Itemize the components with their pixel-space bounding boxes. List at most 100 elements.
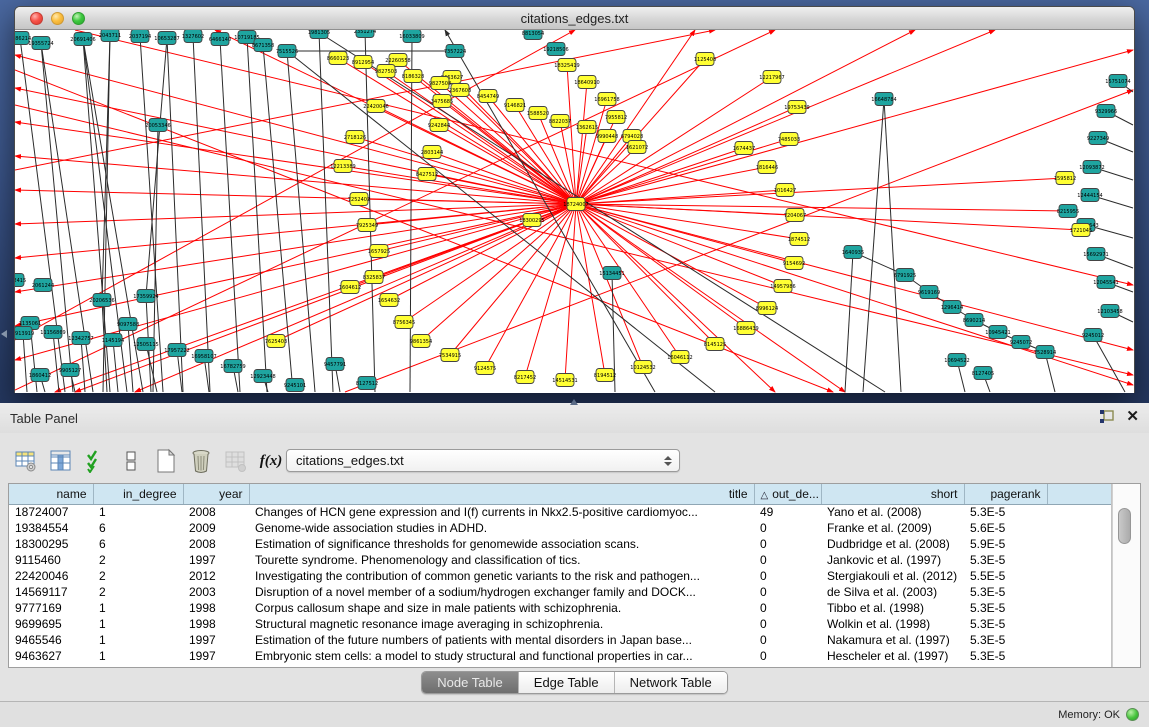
import-table-button[interactable] (222, 447, 250, 475)
table-cell[interactable]: 2003 (183, 584, 249, 600)
table-cell[interactable]: Estimation of the future numbers of pati… (249, 632, 754, 648)
table-cell[interactable]: 5.3E-5 (964, 504, 1047, 520)
graph-edge[interactable] (884, 99, 901, 392)
graph-node[interactable]: 9827503 (375, 65, 397, 78)
graph-node[interactable]: 16961758 (594, 93, 619, 106)
graph-node[interactable]: 9242844 (428, 119, 450, 132)
table-settings-button[interactable] (12, 447, 40, 475)
graph-node[interactable]: 17359924 (133, 290, 158, 303)
graph-node[interactable]: 12045541 (1093, 276, 1118, 289)
table-cell[interactable]: 2 (93, 568, 183, 584)
window-titlebar[interactable]: citations_edges.txt (15, 7, 1134, 30)
table-cell[interactable]: Investigating the contribution of common… (249, 568, 754, 584)
graph-node[interactable]: 9245072 (1010, 336, 1032, 349)
graph-node[interactable]: 7204067 (784, 209, 806, 222)
graph-node[interactable]: 9827508 (429, 77, 451, 90)
table-cell[interactable]: Stergiakouli et al. (2012) (821, 568, 964, 584)
graph-node[interactable]: 2718126 (344, 131, 366, 144)
panel-resize-handle[interactable] (570, 399, 578, 405)
graph-node[interactable]: 8756345 (393, 316, 415, 329)
table-cell[interactable]: 49 (754, 504, 821, 520)
graph-node[interactable]: 9457791 (324, 358, 346, 371)
graph-node[interactable]: 9990448 (596, 130, 618, 143)
table-cell[interactable]: 0 (754, 600, 821, 616)
graph-node[interactable]: 2803144 (421, 146, 443, 159)
show-columns-button[interactable] (47, 447, 75, 475)
graph-node[interactable]: 18640910 (574, 76, 599, 89)
table-row[interactable]: 1456911722003Disruption of a novel membe… (9, 584, 1111, 600)
graph-node[interactable]: 1621072 (626, 141, 648, 154)
graph-edge[interactable] (404, 204, 576, 322)
column-header-out_de[interactable]: △out_de... (754, 484, 821, 504)
graph-node[interactable]: 3913919 (15, 327, 34, 340)
create-column-button[interactable] (152, 447, 180, 475)
table-cell[interactable]: 0 (754, 536, 821, 552)
table-cell[interactable]: 18300295 (9, 536, 93, 552)
table-cell[interactable]: Dudbridge et al. (2008) (821, 536, 964, 552)
table-cell[interactable]: 5.3E-5 (964, 632, 1047, 648)
graph-node[interactable]: 17957222 (164, 344, 189, 357)
graph-node[interactable]: 16886439 (733, 322, 758, 335)
table-cell[interactable]: 5.9E-5 (964, 536, 1047, 552)
graph-node[interactable]: 12342757 (68, 332, 93, 345)
graph-node[interactable]: 10653287 (154, 32, 179, 45)
graph-edge[interactable] (379, 204, 576, 251)
graph-node[interactable]: 20691406 (70, 33, 95, 46)
graph-node[interactable]: 19218506 (543, 43, 568, 56)
graph-node[interactable]: 8822037 (549, 115, 571, 128)
table-cell[interactable]: 2012 (183, 568, 249, 584)
graph-node[interactable]: 9227349 (1087, 132, 1109, 145)
table-cell[interactable]: 5.6E-5 (964, 520, 1047, 536)
graph-edge[interactable] (576, 30, 995, 204)
graph-node[interactable]: 1874512 (788, 233, 810, 246)
close-panel-icon[interactable]: ✕ (1126, 407, 1139, 427)
graph-node[interactable]: 14514531 (552, 374, 577, 387)
graph-node[interactable]: 9154692 (783, 257, 805, 270)
graph-node[interactable]: 1595812 (1054, 172, 1076, 185)
graph-node[interactable]: 8215955 (1057, 205, 1079, 218)
graph-node[interactable]: 6791925 (894, 269, 916, 282)
table-cell[interactable]: Embryonic stem cells: a model to study s… (249, 648, 754, 664)
table-cell[interactable]: 2009 (183, 520, 249, 536)
graph-node[interactable]: 7925349 (356, 219, 378, 232)
table-cell[interactable]: 5.3E-5 (964, 648, 1047, 664)
close-button[interactable] (30, 12, 43, 25)
graph-node[interactable]: 2351274 (354, 30, 376, 38)
graph-edge[interactable] (287, 51, 715, 392)
graph-node[interactable]: 7955812 (605, 111, 627, 124)
graph-node[interactable]: 1296414 (941, 301, 963, 314)
graph-node[interactable]: 8217452 (514, 371, 536, 384)
table-cell[interactable]: 22420046 (9, 568, 93, 584)
graph-edge[interactable] (135, 204, 576, 392)
function-builder-button[interactable]: f(x) (257, 447, 285, 475)
graph-edge[interactable] (153, 125, 158, 392)
graph-node[interactable]: 6466140 (209, 33, 231, 46)
memory-ok-indicator[interactable] (1126, 708, 1139, 721)
graph-edge[interactable] (167, 38, 183, 392)
graph-edge[interactable] (565, 204, 576, 380)
graph-node[interactable]: 18325419 (554, 59, 579, 72)
table-cell[interactable]: Disruption of a novel member of a sodium… (249, 584, 754, 600)
table-cell[interactable]: 5.5E-5 (964, 568, 1047, 584)
graph-node[interactable]: 2043711 (99, 30, 121, 42)
graph-node[interactable]: 1588520 (527, 107, 549, 120)
table-cell[interactable]: Structural magnetic resonance image aver… (249, 616, 754, 632)
graph-node[interactable]: 1860412 (29, 369, 51, 382)
graph-node[interactable]: 2037194 (129, 30, 151, 43)
graph-node[interactable]: 9245012 (1082, 329, 1104, 342)
graph-node[interactable]: 1327602 (182, 30, 204, 43)
graph-node[interactable]: 8912954 (352, 56, 374, 69)
graph-node[interactable]: 8660123 (327, 52, 349, 65)
table-cell[interactable]: 6 (93, 536, 183, 552)
tab-node-table[interactable]: Node Table (422, 672, 519, 693)
graph-node[interactable]: 1362615 (576, 121, 598, 134)
graph-node[interactable]: 12505115 (133, 338, 158, 351)
table-cell[interactable]: 9463627 (9, 648, 93, 664)
graph-edge[interactable] (15, 204, 576, 326)
graph-node[interactable]: 1654632 (378, 294, 400, 307)
graph-node[interactable]: 18724007 (563, 198, 588, 211)
graph-node[interactable]: 19753439 (784, 101, 809, 114)
graph-node[interactable]: 3475685 (431, 95, 453, 108)
table-cell[interactable]: 0 (754, 632, 821, 648)
table-cell[interactable]: 0 (754, 616, 821, 632)
